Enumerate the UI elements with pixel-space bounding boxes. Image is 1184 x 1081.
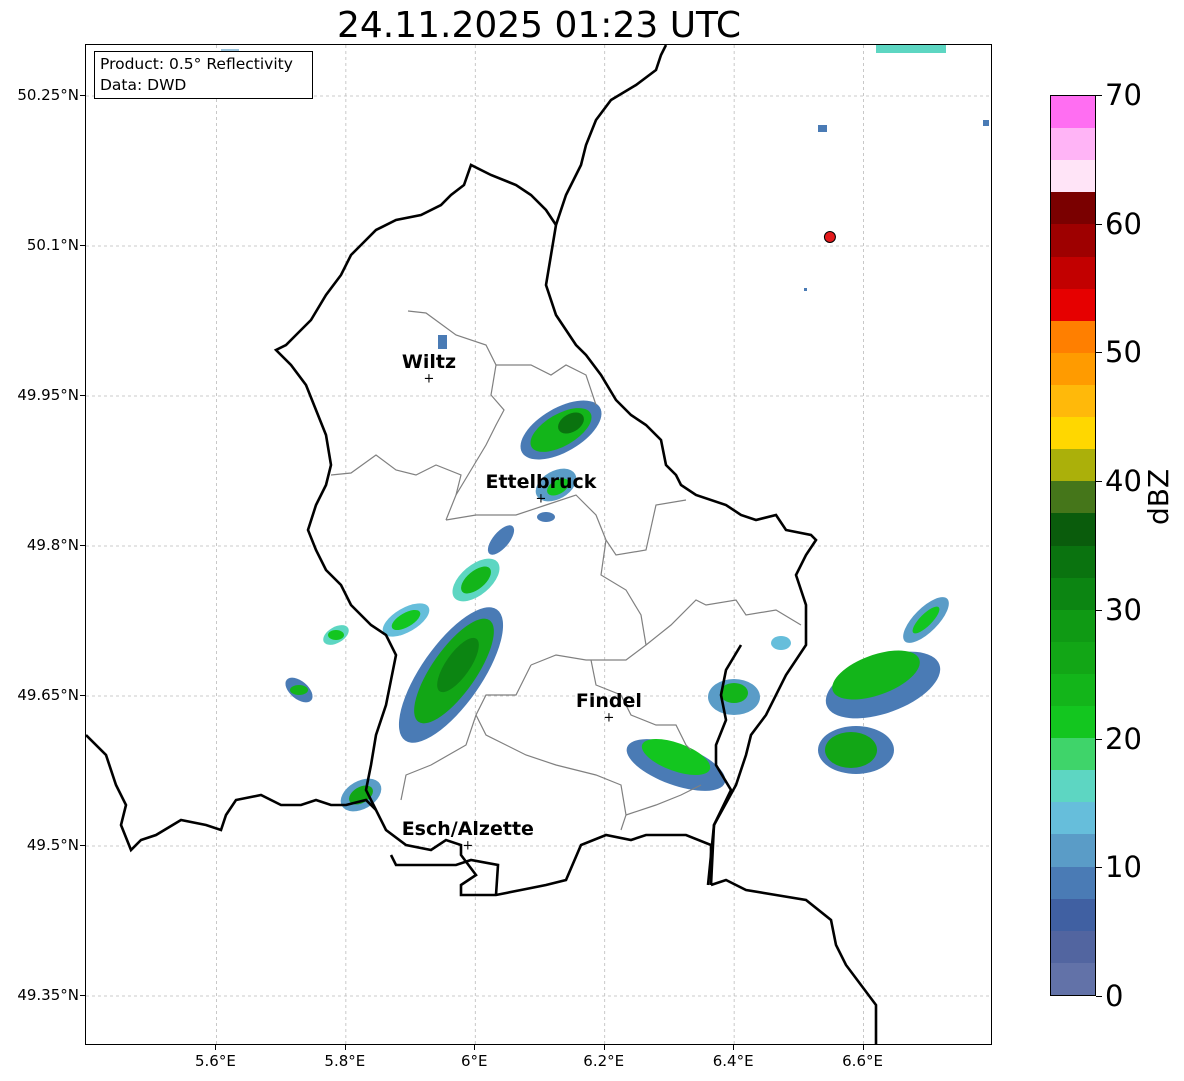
echo-cluster-north-ettelbruck	[520, 400, 602, 522]
colorbar-segment	[1051, 416, 1095, 450]
colorbar-tick-mark	[1096, 609, 1102, 611]
lon-tick-mark	[603, 1045, 605, 1050]
colorbar-segment	[1051, 448, 1095, 482]
lon-tick-label: 6.2°E	[583, 1052, 625, 1070]
colorbar-segment	[1051, 737, 1095, 771]
colorbar-tick-label: 10	[1105, 850, 1142, 885]
map-canvas[interactable]	[86, 45, 992, 1045]
map-title: 24.11.2025 01:23 UTC	[336, 5, 742, 46]
colorbar-segment	[1051, 127, 1095, 161]
colorbar-segment	[1051, 705, 1095, 739]
markers	[823, 231, 836, 243]
city-label: Wiltz	[401, 351, 457, 373]
colorbar-tick-mark	[1096, 95, 1102, 96]
lat-tick-mark	[80, 695, 85, 696]
colorbar-tick-label: 50	[1105, 335, 1142, 370]
colorbar-tick-mark	[1096, 352, 1102, 354]
colorbar-tick-label: 20	[1105, 721, 1142, 756]
colorbar-segment	[1051, 96, 1095, 129]
lon-tick-mark	[215, 1045, 217, 1050]
colorbar-label: dBZ	[1142, 468, 1175, 525]
colorbar-segment	[1051, 544, 1095, 578]
colorbar-segment	[1051, 962, 1095, 995]
colorbar-tick-mark	[1096, 223, 1102, 225]
lat-tick-mark	[80, 995, 85, 996]
echo-cluster-west	[285, 525, 515, 812]
colorbar-segment	[1051, 609, 1095, 642]
city-marker-icon: +	[535, 491, 547, 507]
colorbar-segment	[1051, 898, 1095, 931]
canton-borders	[330, 310, 802, 831]
colorbar-segment	[1051, 641, 1095, 674]
colorbar-segment	[1051, 191, 1095, 225]
lon-tick-mark	[733, 1045, 735, 1050]
lat-tick-mark	[80, 395, 85, 396]
lat-tick-mark	[80, 245, 85, 246]
city-marker-icon: +	[462, 838, 474, 854]
lat-tick-label: 49.5°N	[26, 836, 79, 854]
city-marker-icon: +	[423, 371, 435, 387]
colorbar-tick-label: 30	[1105, 592, 1142, 627]
colorbar-tick-label: 40	[1105, 464, 1142, 499]
lon-tick-mark	[862, 1045, 864, 1050]
colorbar-segment	[1051, 384, 1095, 418]
colorbar-segment	[1051, 512, 1095, 546]
lat-tick-label: 49.35°N	[17, 986, 79, 1004]
colorbar-segment	[1051, 288, 1095, 321]
city-label: Ettelbruck	[485, 471, 597, 493]
lon-tick-mark	[344, 1045, 346, 1050]
city-marker-icon: +	[603, 710, 615, 726]
radar-site-marker	[823, 231, 836, 243]
lon-tick-label: 6°E	[461, 1052, 488, 1070]
gridlines	[86, 45, 991, 1044]
lat-tick-label: 49.65°N	[17, 686, 79, 704]
colorbar-segment	[1051, 769, 1095, 803]
lat-tick-label: 50.25°N	[17, 86, 79, 104]
colorbar-tick-label: 0	[1105, 979, 1124, 1013]
lon-tick-label: 5.8°E	[324, 1052, 366, 1070]
colorbar-tick-label: 70	[1105, 78, 1142, 112]
city-label: Findel	[575, 690, 642, 712]
data-source-label: Data: DWD	[100, 76, 187, 94]
colorbar-segment	[1051, 577, 1095, 610]
colorbar	[1050, 95, 1096, 996]
colorbar-segment	[1051, 95, 1095, 96]
product-label: Product: 0.5° Reflectivity	[100, 55, 293, 73]
colorbar-segment	[1051, 255, 1095, 289]
lon-tick-label: 5.6°E	[195, 1052, 236, 1070]
product-info-box: Product: 0.5° Reflectivity Data: DWD	[94, 51, 313, 99]
colorbar-tick-label: 60	[1105, 206, 1142, 241]
colorbar-segment	[1051, 352, 1095, 385]
colorbar-segment	[1051, 480, 1095, 514]
lat-tick-label: 49.8°N	[26, 536, 79, 554]
colorbar-segment	[1051, 930, 1095, 963]
lat-tick-label: 49.95°N	[17, 386, 79, 404]
map-panel[interactable]	[85, 44, 992, 1045]
lat-tick-mark	[80, 95, 85, 96]
colorbar-tick-mark	[1096, 481, 1102, 483]
colorbar-segment	[1051, 673, 1095, 707]
lon-tick-label: 6.4°E	[712, 1052, 754, 1070]
colorbar-segment	[1051, 833, 1095, 867]
colorbar-tick-mark	[1096, 738, 1102, 740]
country-borders	[86, 45, 878, 1044]
colorbar-segment	[1051, 320, 1095, 353]
lat-tick-mark	[80, 545, 85, 546]
lon-tick-label: 6.6°E	[842, 1052, 883, 1070]
lat-tick-label: 50.1°N	[26, 236, 79, 254]
lon-tick-mark	[474, 1045, 476, 1050]
colorbar-tick-mark	[1096, 867, 1102, 869]
colorbar-segment	[1051, 801, 1095, 835]
colorbar-segment	[1051, 159, 1095, 193]
city-label: Esch/Alzette	[401, 818, 534, 840]
lat-tick-mark	[80, 845, 85, 846]
colorbar-tick-mark	[1096, 996, 1102, 997]
colorbar-segment	[1051, 223, 1095, 257]
colorbar-segment	[1051, 865, 1095, 899]
